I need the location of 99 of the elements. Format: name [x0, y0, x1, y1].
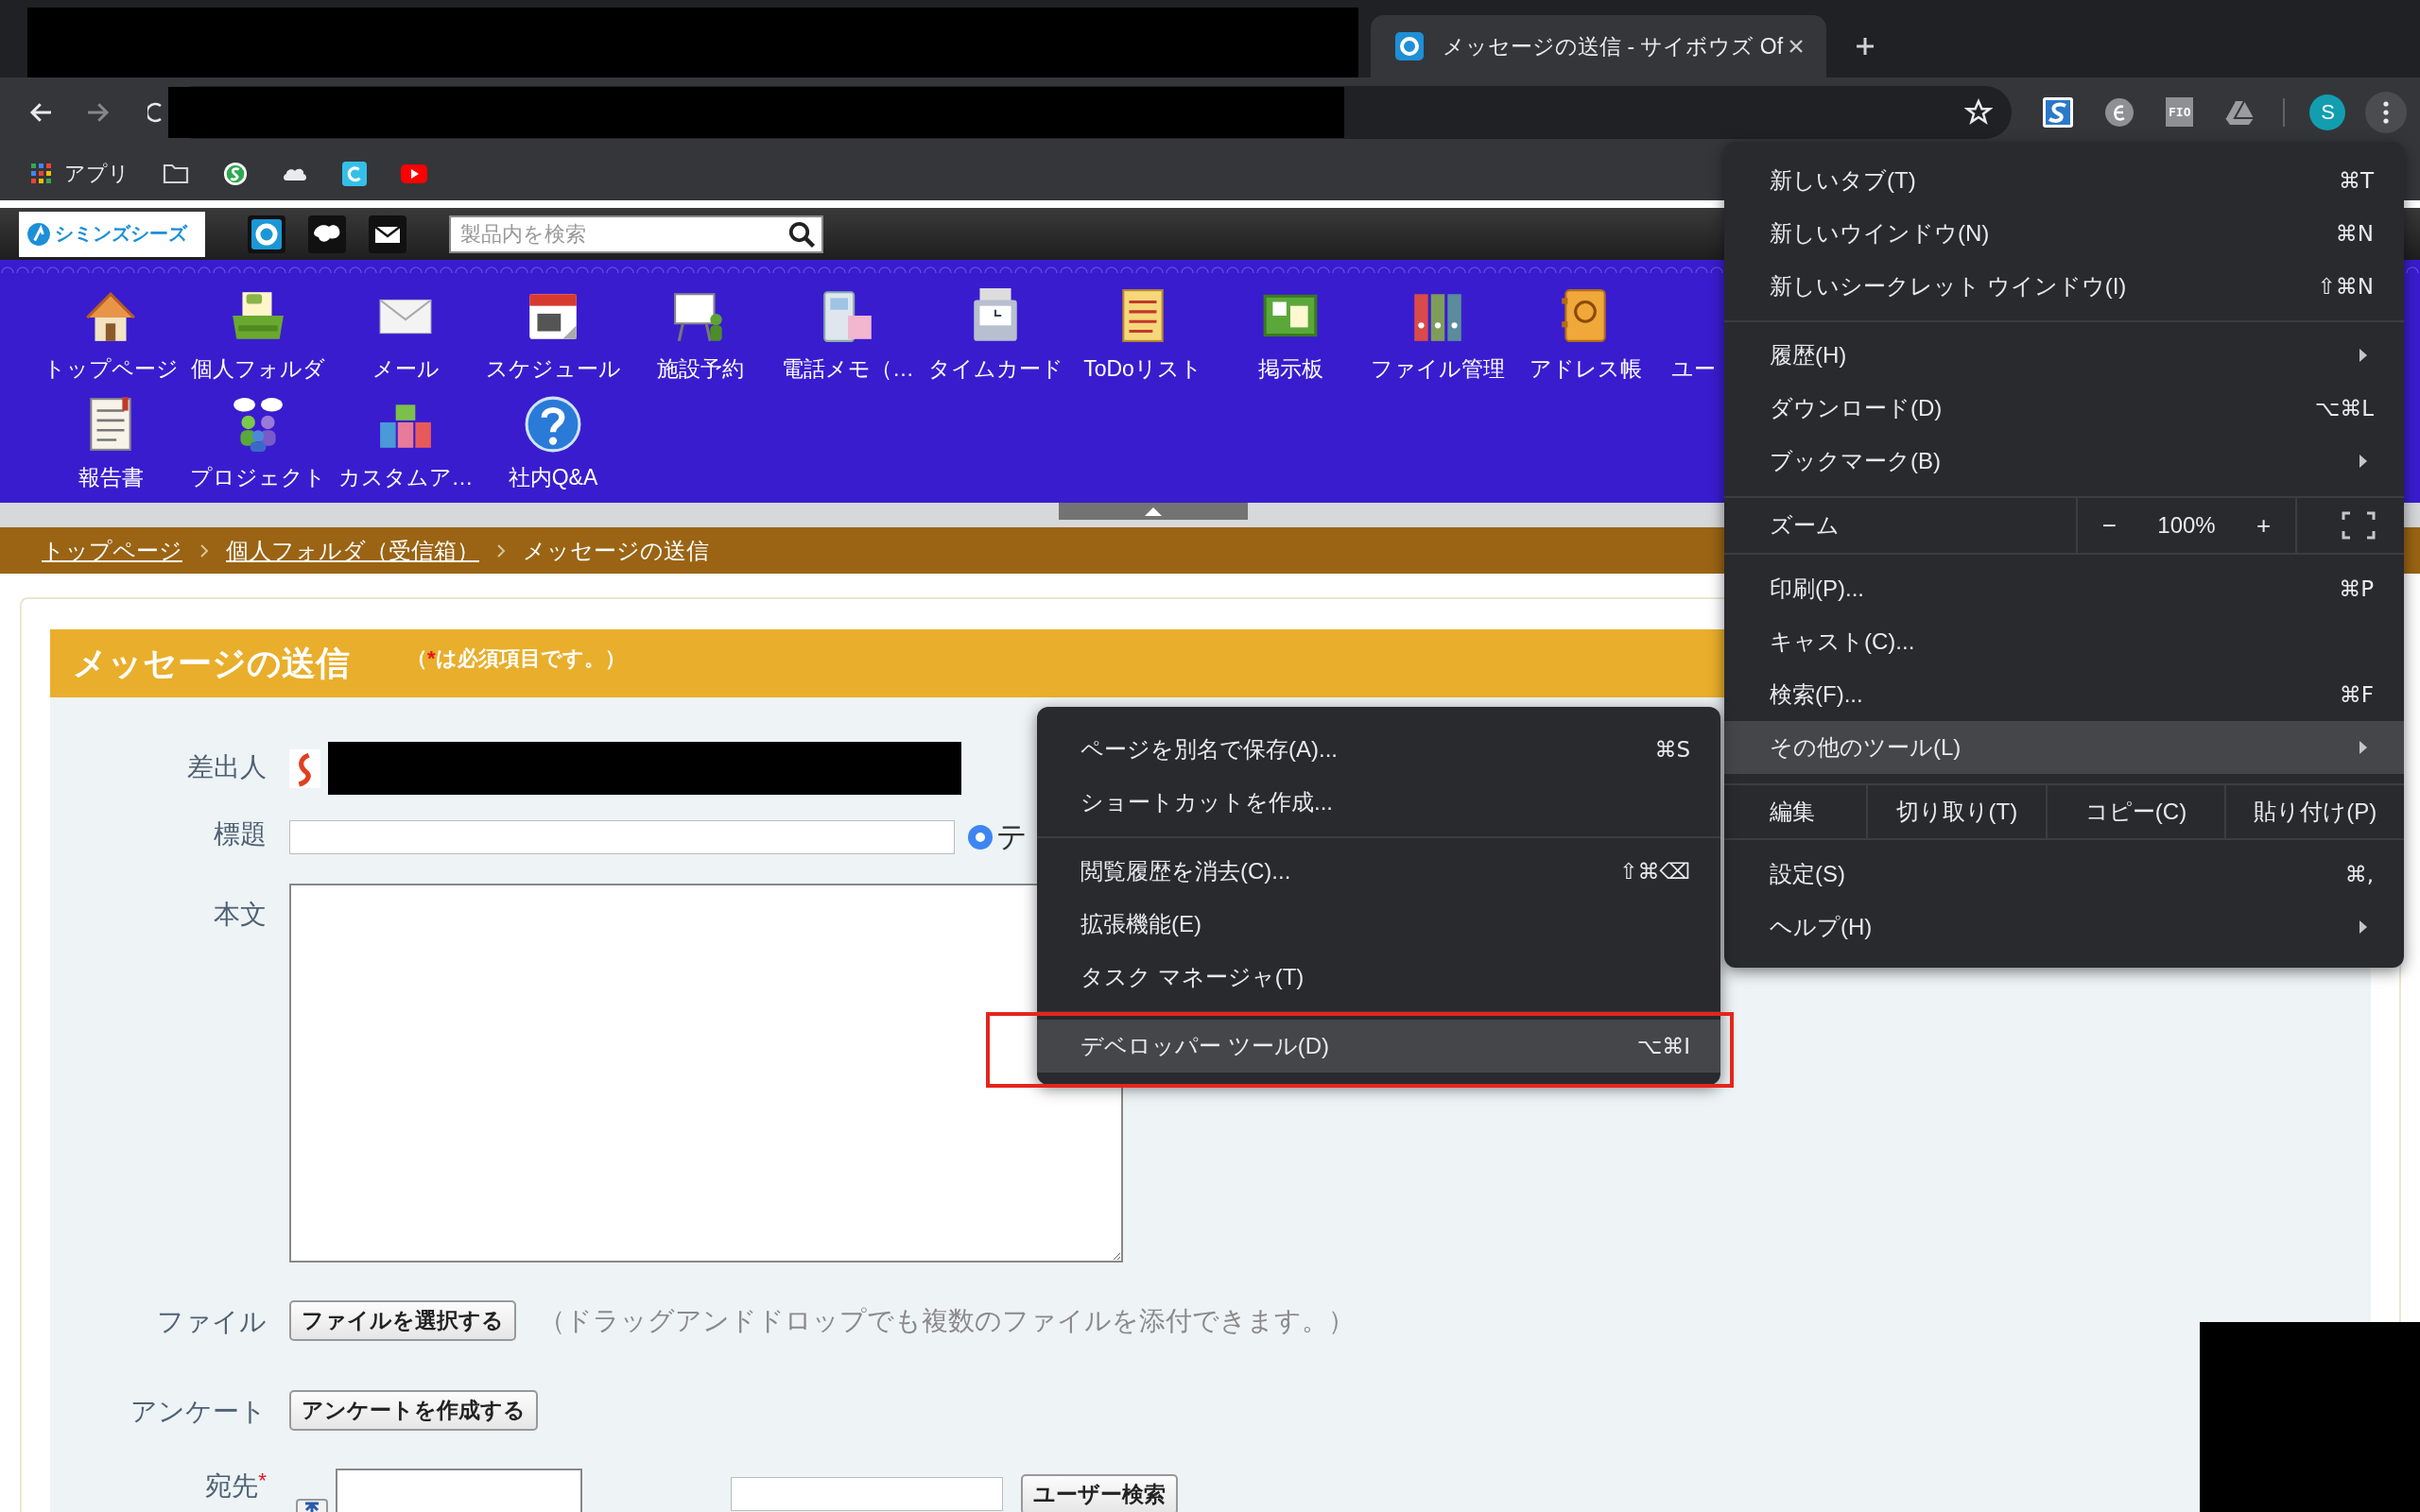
coin-icon[interactable] [222, 161, 249, 186]
zoom-label: ズーム [1724, 498, 2078, 553]
menu-item[interactable]: 新しいシークレット ウインドウ(I) ⇧⌘N [1724, 260, 2404, 313]
shortcut-hint: ⇧⌘⌫ [1619, 859, 1690, 884]
collapse-handle[interactable] [1059, 503, 1248, 520]
field-label: ファイル [156, 1306, 267, 1338]
menu-item[interactable]: ページを別名で保存(A)... ⌘S [1037, 723, 1720, 776]
shortcut-hint: ⌘S [1654, 737, 1690, 762]
radio-button[interactable] [968, 825, 993, 850]
user-search-field[interactable] [731, 1477, 1003, 1511]
fullscreen-icon[interactable] [2341, 511, 2376, 540]
app-launcher[interactable]: メール [332, 279, 479, 387]
menu-item[interactable]: 拡張機能(E) [1037, 898, 1720, 951]
zoom-in-button[interactable]: + [2249, 507, 2279, 544]
menu-item[interactable]: ダウンロード(D) ⌥⌘L [1724, 382, 2404, 435]
shortcut-hint: ⇧⌘N [2317, 274, 2374, 299]
zoom-out-button[interactable]: − [2094, 507, 2124, 544]
app-launcher[interactable]: 個人フォルダ [184, 279, 332, 387]
logo-text: シミンズシーズ [55, 222, 187, 246]
breadcrumb-link[interactable]: トップページ [42, 535, 182, 566]
star-icon[interactable] [1964, 97, 1993, 127]
hint-text: （ドラッグアンドドロップでも複数のファイルを添付できます。） [539, 1304, 1355, 1337]
app-launcher[interactable]: トップページ [37, 279, 184, 387]
menu-item[interactable]: 履歴(H) [1724, 329, 2404, 382]
logo[interactable]: シミンズシーズ [19, 211, 205, 257]
extension-icon[interactable] [2104, 96, 2135, 128]
app-launcher[interactable]: 報告書 [37, 387, 184, 496]
menu-item[interactable]: 新しいタブ(T) ⌘T [1724, 154, 2404, 207]
app-launcher[interactable]: ファイル管理 [1364, 279, 1512, 387]
chevron-icon [496, 542, 506, 558]
radio-label: テ [996, 818, 1028, 855]
menu-item[interactable]: ショートカットを作成... [1037, 776, 1720, 829]
envelope-icon[interactable] [368, 215, 407, 253]
shortcut-hint: ⌘T [2338, 168, 2374, 193]
app-launcher[interactable]: ToDoリスト [1069, 279, 1217, 387]
shortcut-hint: ⌥⌘I [1636, 1034, 1690, 1058]
field-label: 標題 [213, 818, 267, 850]
required-note: （*は必須項目です。） [406, 645, 626, 672]
favicon-icon [1395, 32, 1424, 60]
shortcut-hint: ⌘P [2339, 576, 2374, 601]
field-label: 宛先* [204, 1469, 267, 1503]
menu-icon[interactable] [2365, 91, 2408, 133]
app-launcher[interactable]: タイムカード [922, 279, 1069, 387]
search-field[interactable]: 製品内を検索 [449, 215, 823, 253]
breadcrumb-link[interactable]: 個人フォルダ（受信箱） [226, 535, 479, 566]
menu-button[interactable]: 貼り付け(P) [2226, 785, 2404, 838]
menu-item[interactable]: 閲覧履歴を消去(C)... ⇧⌘⌫ [1037, 845, 1720, 898]
menu-item[interactable]: 検索(F)... ⌘F [1724, 668, 2404, 721]
chevron-icon [199, 542, 209, 558]
breadcrumb-current: メッセージの送信 [523, 536, 709, 565]
app-launcher[interactable]: 社内Q&A [479, 387, 627, 496]
menu-item[interactable]: キャスト(C)... [1724, 615, 2404, 668]
extension-icon[interactable] [2043, 96, 2073, 128]
menu-item[interactable]: ヘルプ(H) [1724, 901, 2404, 954]
field-label: アンケート [130, 1396, 267, 1428]
shortcut-hint: ⌘, [2344, 862, 2374, 886]
menu-button[interactable]: コピー(C) [2047, 785, 2227, 838]
menu-item[interactable]: タスク マネージャ(T) [1037, 951, 1720, 1004]
ring-icon[interactable] [247, 215, 286, 253]
form-title: メッセージの送信 [73, 642, 350, 684]
subject-field[interactable] [289, 820, 955, 854]
menu-item[interactable]: 設定(S) ⌘, [1724, 848, 2404, 901]
field-label: 差出人 [186, 751, 267, 783]
app-launcher[interactable]: プロジェクト [184, 387, 332, 496]
form-button[interactable]: ファイルを選択する [289, 1300, 516, 1341]
menu-item[interactable]: 新しいウインドウ(N) ⌘N [1724, 207, 2404, 260]
sender-avatar-icon [289, 748, 320, 788]
reload-icon[interactable] [147, 100, 163, 124]
app-launcher[interactable]: ユー [1659, 279, 1723, 387]
shortcut-hint: ⌘F [2339, 682, 2374, 707]
zoom-level: 100% [2157, 512, 2216, 539]
app-launcher[interactable]: 掲示板 [1217, 279, 1364, 387]
menu-button[interactable]: 切り取り(T) [1868, 785, 2048, 838]
app-launcher[interactable]: アドレス帳 [1512, 279, 1659, 387]
app-launcher[interactable]: 施設予約 [627, 279, 774, 387]
form-button[interactable]: アンケートを作成する [289, 1390, 538, 1431]
map-icon[interactable] [307, 215, 347, 253]
app-launcher[interactable]: 電話メモ（… [774, 279, 922, 387]
app-launcher[interactable]: カスタムア… [332, 387, 479, 496]
bookmark-tile-icon[interactable] [341, 161, 368, 186]
help-icon [524, 395, 582, 454]
apps-bookmark[interactable]: アプリ [30, 159, 130, 188]
app-launcher[interactable]: スケジュール [479, 279, 627, 387]
apps-grid-icon [30, 162, 53, 185]
new-tab-icon[interactable] [1854, 35, 1876, 58]
shortcut-hint: ⌥⌘L [2314, 396, 2374, 421]
field-label: 本文 [213, 899, 267, 931]
shortcut-hint: ⌘N [2335, 221, 2374, 246]
collapse-icon [1145, 507, 1162, 516]
menu-item[interactable]: ブックマーク(B) [1724, 435, 2404, 488]
logo-mark-icon [26, 221, 51, 247]
edit-label: 編集 [1724, 785, 1868, 838]
search-icon[interactable] [787, 219, 816, 249]
browser-tab[interactable]: メッセージの送信 - サイボウズ Of [1371, 15, 1826, 77]
menu-item[interactable]: 印刷(P)... ⌘P [1724, 562, 2404, 615]
user-search-button[interactable]: ユーザー検索 [1021, 1474, 1178, 1512]
tab-title: メッセージの送信 - サイボウズ Of [1443, 32, 1785, 60]
menu-item[interactable]: デベロッパー ツール(D) ⌥⌘I [1037, 1020, 1720, 1073]
menu-item[interactable]: その他のツール(L) [1724, 721, 2404, 774]
